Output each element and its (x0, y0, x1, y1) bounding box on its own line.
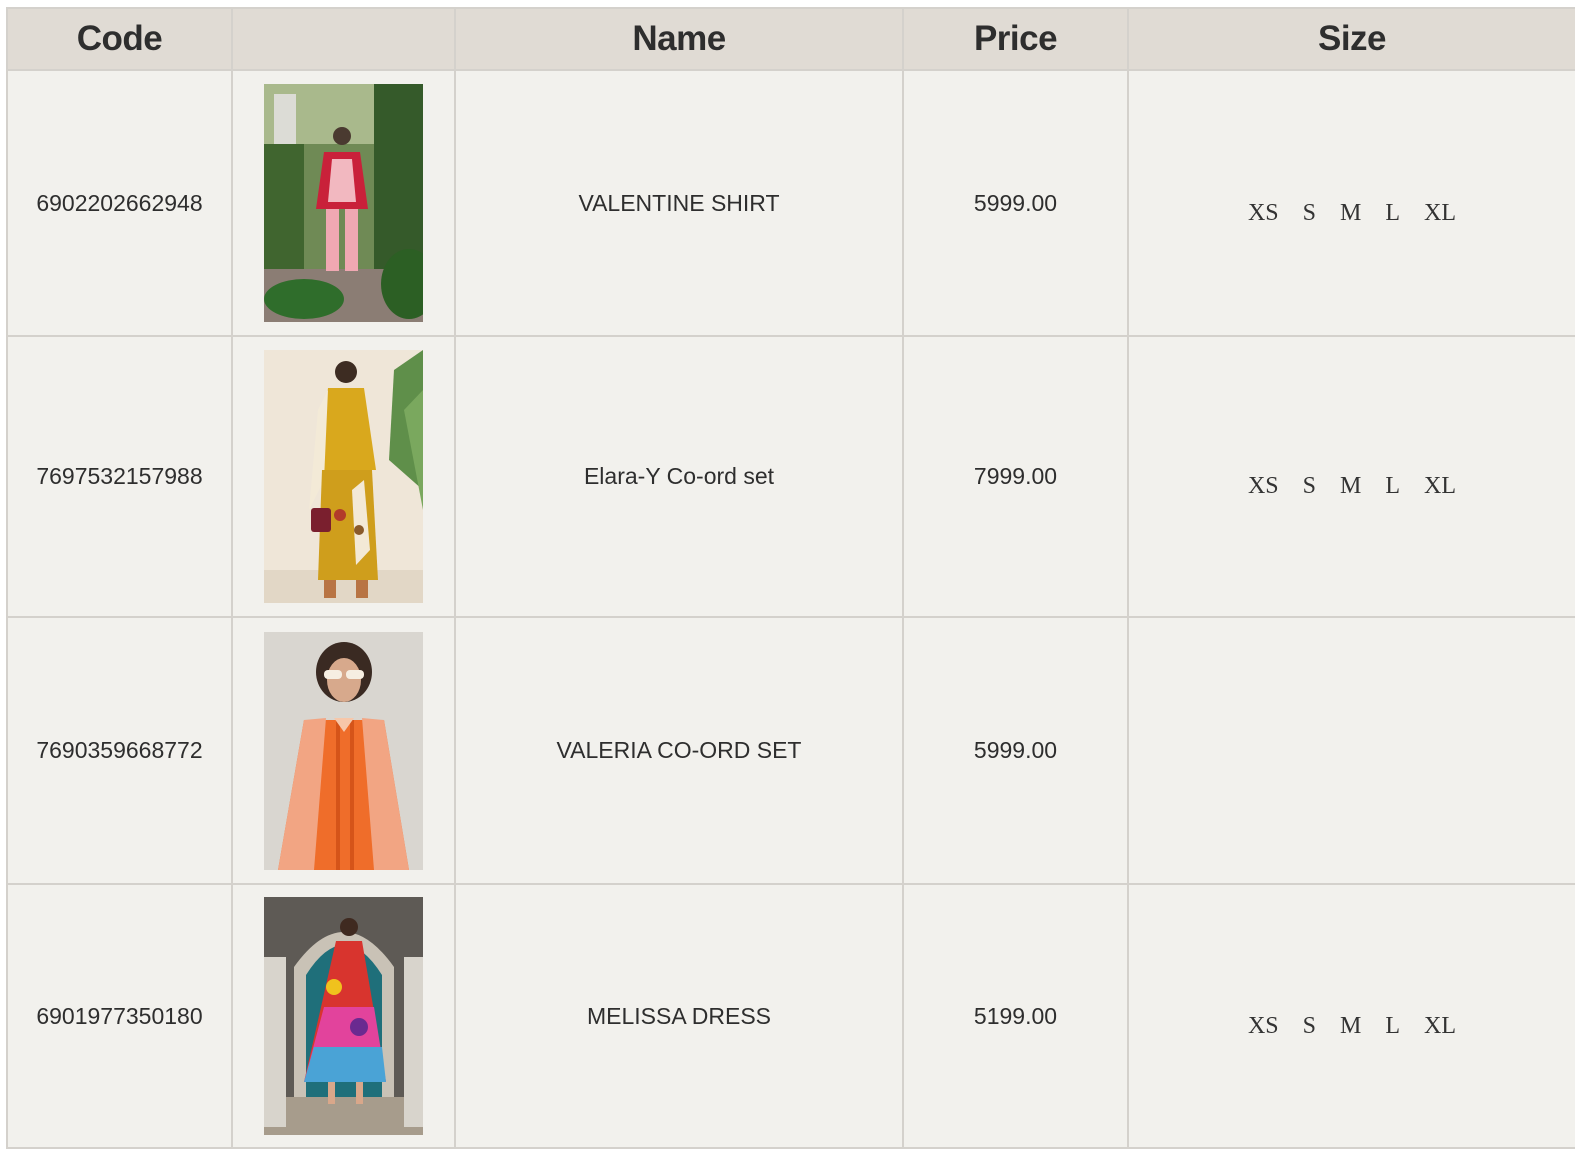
size-options: XS S M L XL (1248, 453, 1456, 500)
product-name: VALENTINE SHIRT (454, 69, 904, 337)
product-price: 5999.00 (902, 69, 1129, 337)
size-option-xs[interactable]: XS (1248, 473, 1279, 500)
size-option-xl[interactable]: XL (1424, 473, 1456, 500)
table-header-row: Code Name Price Size (6, 7, 1575, 71)
size-option-xl[interactable]: XL (1424, 1013, 1456, 1040)
table-row: 7697532157988 Elara-Y Co-ord set 7999.00… (6, 335, 1575, 618)
product-price: 5999.00 (902, 616, 1129, 885)
product-name: Elara-Y Co-ord set (454, 335, 904, 618)
size-options: XS S M L XL (1248, 180, 1456, 227)
size-option-m[interactable]: M (1340, 200, 1361, 227)
size-option-xl[interactable]: XL (1424, 200, 1456, 227)
product-photo[interactable] (264, 350, 423, 603)
header-code: Code (6, 7, 233, 71)
product-image-cell (231, 616, 456, 885)
product-table: Code Name Price Size 6902202662948 VALEN… (6, 7, 1575, 1149)
size-cell: XS S M L XL (1127, 69, 1575, 337)
size-cell (1127, 616, 1575, 885)
size-options: XS S M L XL (1248, 993, 1456, 1040)
product-image-cell (231, 69, 456, 337)
size-option-s[interactable]: S (1303, 200, 1316, 227)
header-image (231, 7, 456, 71)
size-option-l[interactable]: L (1385, 1013, 1400, 1040)
product-code: 6901977350180 (6, 883, 233, 1149)
product-photo[interactable] (264, 631, 423, 870)
table-row: 6902202662948 VALENTINE SHIRT 5999.00 XS… (6, 69, 1575, 337)
size-cell: XS S M L XL (1127, 335, 1575, 618)
table-row: 6901977350180 MELISSA DRESS 5199.00 XS S… (6, 883, 1575, 1149)
table-row: 7690359668772 VALERIA CO-ORD SET 5999.00 (6, 616, 1575, 885)
header-name: Name (454, 7, 904, 71)
product-photo[interactable] (264, 84, 423, 322)
size-option-s[interactable]: S (1303, 473, 1316, 500)
product-name: VALERIA CO-ORD SET (454, 616, 904, 885)
product-image-cell (231, 883, 456, 1149)
product-code: 6902202662948 (6, 69, 233, 337)
size-option-s[interactable]: S (1303, 1013, 1316, 1040)
product-name: MELISSA DRESS (454, 883, 904, 1149)
product-photo[interactable] (264, 897, 423, 1135)
size-option-l[interactable]: L (1385, 473, 1400, 500)
size-option-xs[interactable]: XS (1248, 1013, 1279, 1040)
size-option-xs[interactable]: XS (1248, 200, 1279, 227)
header-size: Size (1127, 7, 1575, 71)
product-image-cell (231, 335, 456, 618)
product-code: 7690359668772 (6, 616, 233, 885)
header-price: Price (902, 7, 1129, 71)
product-price: 7999.00 (902, 335, 1129, 618)
size-option-l[interactable]: L (1385, 200, 1400, 227)
product-price: 5199.00 (902, 883, 1129, 1149)
size-cell: XS S M L XL (1127, 883, 1575, 1149)
product-code: 7697532157988 (6, 335, 233, 618)
size-option-m[interactable]: M (1340, 473, 1361, 500)
size-option-m[interactable]: M (1340, 1013, 1361, 1040)
